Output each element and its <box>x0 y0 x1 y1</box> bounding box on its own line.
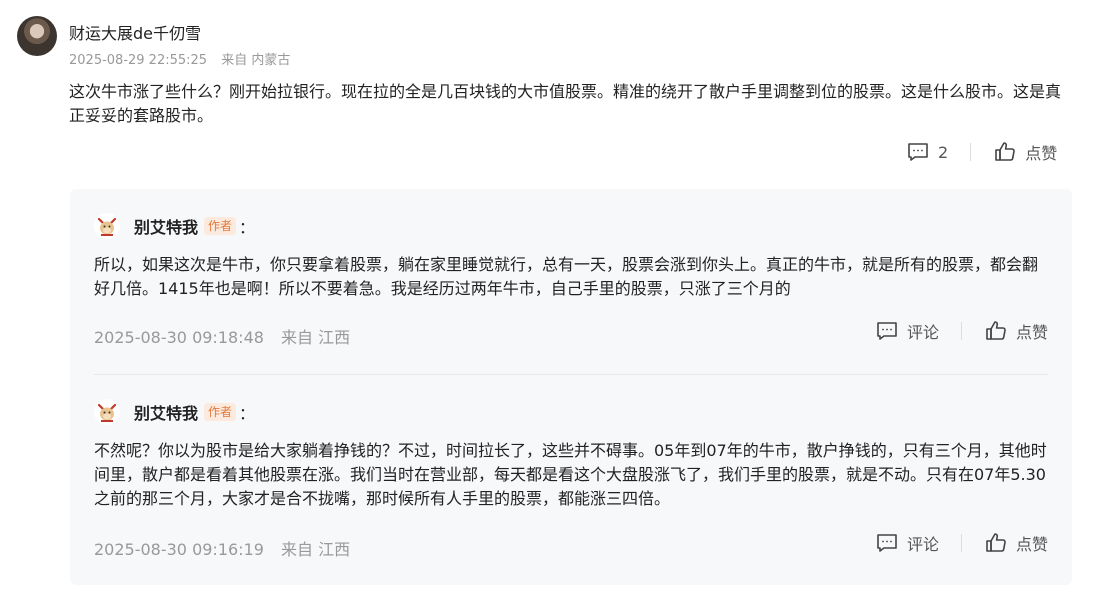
thumbs-up-icon <box>986 533 1006 552</box>
like-label: 点赞 <box>1015 323 1048 342</box>
comment-icon <box>877 534 897 552</box>
reply-footer: 2025-08-30 09:16:19 来自 江西 评论 点赞 <box>94 531 1048 561</box>
reply-author-name[interactable]: 别艾特我 <box>134 400 198 424</box>
reply-comment-button[interactable]: 评论 <box>875 531 939 555</box>
comment-label: 评论 <box>906 323 939 342</box>
thumbs-up-icon <box>986 321 1006 340</box>
author-badge: 作者 <box>204 217 237 235</box>
action-divider <box>960 322 962 340</box>
action-divider <box>960 534 962 552</box>
post-location: 来自 内蒙古 <box>221 53 291 68</box>
reply-item: 别艾特我 作者 ： 所以，如果这次是牛市，你只要拿着股票，躺在家里睡觉就行，总有… <box>94 211 1048 349</box>
reply-like-button[interactable]: 点赞 <box>984 531 1048 555</box>
reply-meta: 2025-08-30 09:18:48 来自 江西 <box>94 324 362 348</box>
reply-avatar[interactable] <box>94 213 120 239</box>
reply-text: 不然呢？你以为股市是给大家躺着挣钱的？不过，时间拉长了，这些并不碍事。05年到0… <box>94 441 1047 508</box>
reply-actions: 评论 点赞 <box>875 319 1048 343</box>
reply-footer: 2025-08-30 09:18:48 来自 江西 评论 点赞 <box>94 319 1048 349</box>
comment-icon <box>877 322 897 340</box>
thumbs-up-icon <box>995 142 1015 161</box>
reply-author-name[interactable]: 别艾特我 <box>134 214 198 238</box>
author-name[interactable]: 财运大展de千仞雪 <box>69 20 201 44</box>
reply-colon: ： <box>239 404 256 423</box>
like-button[interactable]: 点赞 <box>993 140 1057 164</box>
reply-avatar[interactable] <box>94 399 120 425</box>
comment-count: 2 <box>938 142 949 162</box>
reply-thread: 别艾特我 作者 ： 所以，如果这次是牛市，你只要拿着股票，躺在家里睡觉就行，总有… <box>70 189 1072 585</box>
reply-text: 所以，如果这次是牛市，你只要拿着股票，躺在家里睡觉就行，总有一天，股票会涨到你头… <box>94 255 1039 298</box>
reply-header: 别艾特我 作者 ： <box>94 211 1048 241</box>
reply-header: 别艾特我 作者 ： <box>94 397 1048 427</box>
post-text: 这次牛市涨了些什么？刚开始拉银行。现在拉的全是几百块钱的大市值股票。精准的绕开了… <box>69 82 1062 125</box>
action-divider <box>970 143 972 161</box>
comment-icon <box>908 143 928 161</box>
reply-timestamp: 2025-08-30 09:16:19 <box>94 540 264 559</box>
reply-item: 别艾特我 作者 ： 不然呢？你以为股市是给大家躺着挣钱的？不过，时间拉长了，这些… <box>94 397 1048 561</box>
reply-like-button[interactable]: 点赞 <box>984 319 1048 343</box>
reply-meta: 2025-08-30 09:16:19 来自 江西 <box>94 536 362 560</box>
reply-divider <box>94 374 1048 375</box>
reply-timestamp: 2025-08-30 09:18:48 <box>94 328 264 347</box>
post-timestamp: 2025-08-29 22:55:25 <box>69 53 208 68</box>
post-meta: 2025-08-29 22:55:25 来自 内蒙古 <box>69 49 300 68</box>
reply-location: 来自 江西 <box>281 540 351 559</box>
like-label: 点赞 <box>1025 144 1058 163</box>
user-avatar[interactable] <box>17 16 57 56</box>
author-badge: 作者 <box>204 403 237 421</box>
comment-button[interactable]: 2 <box>906 140 948 164</box>
reply-comment-button[interactable]: 评论 <box>875 319 939 343</box>
reply-location: 来自 江西 <box>281 328 351 347</box>
reply-colon: ： <box>239 218 256 237</box>
like-label: 点赞 <box>1015 535 1048 554</box>
reply-actions: 评论 点赞 <box>875 531 1048 555</box>
comment-label: 评论 <box>906 535 939 554</box>
post-actions: 2 点赞 <box>906 140 1057 164</box>
